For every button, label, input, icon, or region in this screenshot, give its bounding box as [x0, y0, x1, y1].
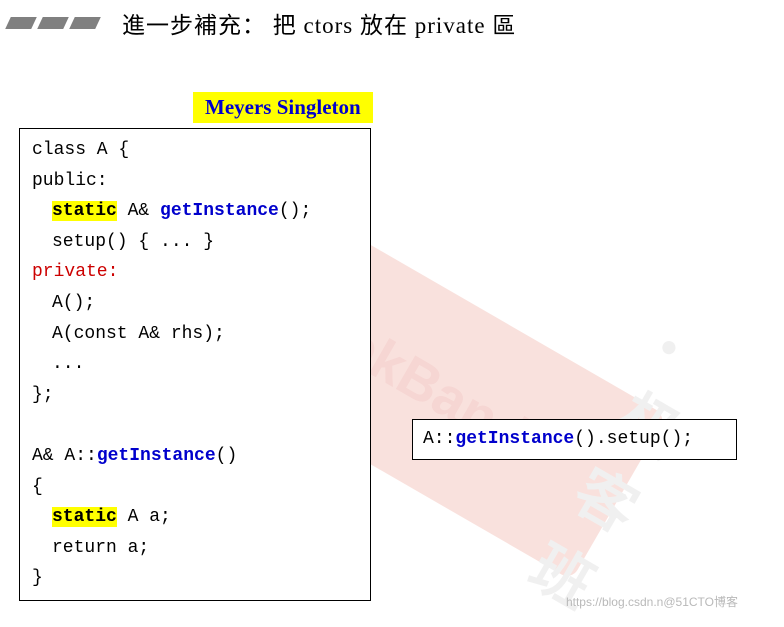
code-line	[32, 410, 358, 441]
code-line: private:	[32, 257, 358, 288]
stripe-icon	[5, 17, 37, 29]
code-line: {	[32, 472, 358, 503]
code-line: ...	[32, 349, 358, 380]
slide-header: 進一步補充： 把 ctors 放在 private 區	[0, 0, 784, 40]
code-line: public:	[32, 166, 358, 197]
banner-meyers-singleton: Meyers Singleton	[193, 92, 373, 123]
code-line: static A a;	[32, 502, 358, 533]
watermark-cn: •极客班	[517, 309, 737, 627]
code-line: static A& getInstance();	[32, 196, 358, 227]
attribution-text: https://blog.csdn.n@51CTO博客	[566, 593, 738, 610]
page-title: 進一步補充： 把 ctors 放在 private 區	[122, 6, 516, 40]
code-line: class A {	[32, 135, 358, 166]
stripe-icon	[69, 17, 101, 29]
code-line: A& A::getInstance()	[32, 441, 358, 472]
code-line: A();	[32, 288, 358, 319]
code-line: setup() { ... }	[32, 227, 358, 258]
code-block-usage: A::getInstance().setup();	[412, 419, 737, 460]
code-line: A(const A& rhs);	[32, 319, 358, 350]
code-line: }	[32, 563, 358, 594]
stripe-icon	[37, 17, 69, 29]
header-stripes	[8, 17, 98, 29]
code-block-class: class A { public: static A& getInstance(…	[19, 128, 371, 601]
code-line: };	[32, 380, 358, 411]
code-line: return a;	[32, 533, 358, 564]
